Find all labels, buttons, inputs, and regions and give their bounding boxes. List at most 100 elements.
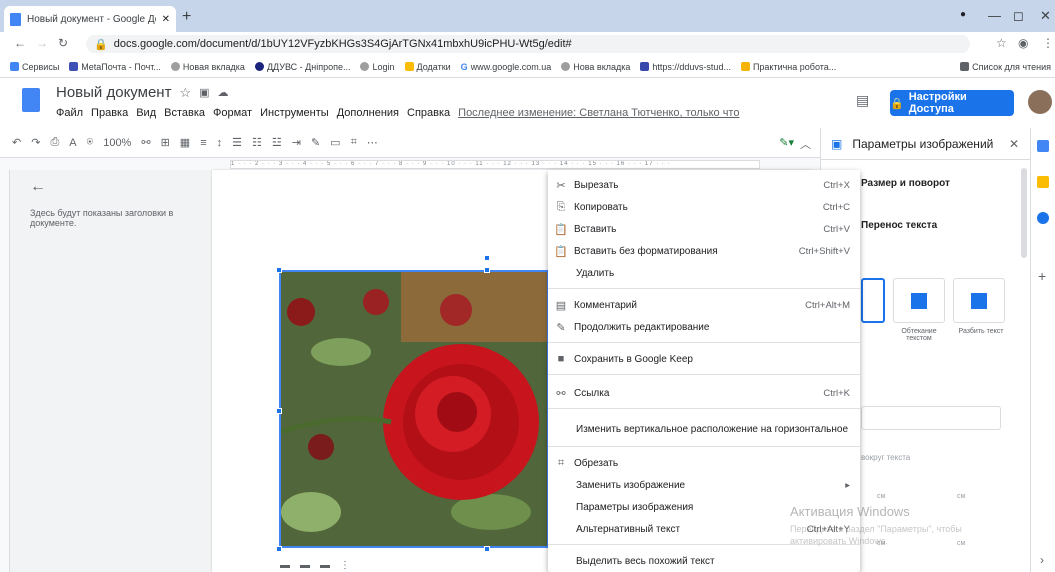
resize-handle[interactable] xyxy=(484,267,490,273)
menu-item-link[interactable]: ⚯ Ссылка Ctrl+K xyxy=(548,382,860,404)
close-tab-icon[interactable]: ✕ xyxy=(162,14,170,25)
numbered-list-icon[interactable]: ☳ xyxy=(272,136,282,149)
close-panel-icon[interactable]: ✕ xyxy=(1009,137,1019,151)
undo-icon[interactable]: ↶ xyxy=(12,136,21,149)
url-input[interactable]: 🔒 docs.google.com/document/d/1bUY12VFyzb… xyxy=(86,35,970,53)
image-icon[interactable]: ▦ xyxy=(180,136,190,149)
menu-item-orientation[interactable]: Изменить вертикальное расположение на го… xyxy=(548,418,860,440)
keep-icon[interactable] xyxy=(1037,176,1049,188)
bookmark-item[interactable]: MetaПочта - Почт... xyxy=(69,62,161,72)
wrap-text-option[interactable] xyxy=(893,278,945,323)
expand-rail-icon[interactable]: › xyxy=(1040,553,1044,567)
back-icon[interactable]: ← xyxy=(14,36,26,50)
doc-title[interactable]: Новый документ xyxy=(56,84,171,101)
resize-handle[interactable] xyxy=(276,267,282,273)
comments-icon[interactable]: ▤ xyxy=(856,92,869,109)
cloud-status-icon[interactable]: ☁ xyxy=(218,86,229,99)
star-doc-icon[interactable]: ☆ xyxy=(179,85,191,101)
menu-icon[interactable]: ⋮ xyxy=(1042,36,1054,50)
bookmark-item[interactable]: Login xyxy=(360,62,395,72)
rotate-handle[interactable] xyxy=(484,255,490,261)
tasks-icon[interactable] xyxy=(1037,212,1049,224)
editing-mode-icon[interactable]: ✎▾ xyxy=(779,136,794,149)
menu-item-paste[interactable]: 📋 Вставить Ctrl+V xyxy=(548,218,860,240)
align-icon[interactable]: ≡ xyxy=(200,137,206,149)
menu-addons[interactable]: Дополнения xyxy=(337,107,399,119)
back-arrow-icon[interactable]: ← xyxy=(30,178,200,196)
move-folder-icon[interactable]: ▣ xyxy=(199,86,209,99)
more-options-icon[interactable]: ⋮ xyxy=(340,560,350,571)
menu-item-select-similar[interactable]: Выделить весь похожий текст xyxy=(548,550,860,572)
bookmark-item[interactable]: Новая вкладка xyxy=(170,62,245,72)
minimize-button[interactable]: — xyxy=(988,8,1001,23)
inline-icon[interactable]: ▬ xyxy=(280,560,290,571)
resize-handle[interactable] xyxy=(276,408,282,414)
bookmark-item[interactable]: Gwww.google.com.ua xyxy=(461,62,552,72)
margin-select[interactable] xyxy=(861,406,1001,430)
collapse-toolbar-icon[interactable]: ︿ xyxy=(800,136,811,152)
crop-icon[interactable]: ⌗ xyxy=(351,136,357,149)
resize-handle[interactable] xyxy=(484,546,490,552)
menu-help[interactable]: Справка xyxy=(407,107,450,119)
reading-list[interactable]: Список для чтения xyxy=(960,62,1051,72)
bookmark-item[interactable]: Додатки xyxy=(404,62,451,72)
wrap-icon[interactable]: ▬ xyxy=(300,560,310,571)
new-tab-button[interactable]: + xyxy=(182,8,191,26)
bookmark-item[interactable]: Практична робота... xyxy=(740,62,836,72)
forward-icon[interactable]: → xyxy=(36,36,48,50)
bullet-list-icon[interactable]: ☷ xyxy=(252,136,262,149)
menu-item-keep[interactable]: ■ Сохранить в Google Keep xyxy=(548,348,860,370)
close-window-button[interactable]: ✕ xyxy=(1040,8,1051,24)
menu-item-continue-editing[interactable]: ✎ Продолжить редактирование xyxy=(548,316,860,338)
extension-icon[interactable]: ◉ xyxy=(1018,36,1028,50)
star-icon[interactable]: ☆ xyxy=(996,36,1007,50)
bookmark-item[interactable]: Нова вкладка xyxy=(561,62,630,72)
break-text-option[interactable] xyxy=(953,278,1005,323)
avatar[interactable] xyxy=(1028,90,1052,114)
line-spacing-icon[interactable]: ↕ xyxy=(217,137,223,149)
last-edit-link[interactable]: Последнее изменение: Светлана Тютченко, … xyxy=(458,107,739,119)
indent-icon[interactable]: ⇥ xyxy=(292,136,301,149)
size-section[interactable]: Размер и поворот xyxy=(861,178,950,189)
wrap-inline-option[interactable] xyxy=(861,278,885,323)
pen-icon[interactable]: ✎ xyxy=(311,136,320,149)
bookmark-item[interactable]: ДДУВС - Днiпропе... xyxy=(254,62,350,72)
reload-icon[interactable]: ↻ xyxy=(58,36,68,50)
comment-add-icon[interactable]: ⊞ xyxy=(161,136,170,149)
menu-view[interactable]: Вид xyxy=(136,107,156,119)
resize-handle[interactable] xyxy=(276,546,282,552)
checklist-icon[interactable]: ☰ xyxy=(232,136,242,149)
panel-scrollbar[interactable] xyxy=(1021,168,1027,258)
link-icon[interactable]: ⚯ xyxy=(141,136,150,149)
wrap-section[interactable]: Перенос текста xyxy=(861,220,937,231)
browser-tab[interactable]: Новый документ - Google Док ✕ xyxy=(4,6,176,32)
menu-item-comment[interactable]: ▤ Комментарий Ctrl+Alt+M xyxy=(548,294,860,316)
add-addon-icon[interactable]: + xyxy=(1038,268,1046,284)
menu-item-delete[interactable]: Удалить xyxy=(548,262,860,284)
menu-format[interactable]: Формат xyxy=(213,107,252,119)
ruler-scale[interactable]: 1 · · · 2 · · · 3 · · · 4 · · · 5 · · · … xyxy=(230,160,760,169)
menu-item-cut[interactable]: ✂ Вырезать Ctrl+X xyxy=(548,174,860,196)
break-icon[interactable]: ▬ xyxy=(320,560,330,571)
menu-item-crop[interactable]: ⌗ Обрезать xyxy=(548,452,860,474)
menu-item-replace-image[interactable]: Заменить изображение ▸ xyxy=(548,474,860,496)
menu-item-paste-plain[interactable]: 📋 Вставить без форматирования Ctrl+Shift+V xyxy=(548,240,860,262)
menu-item-copy[interactable]: ⎘ Копировать Ctrl+C xyxy=(548,196,860,218)
paint-format-icon[interactable]: ⍟ xyxy=(87,136,94,149)
bookmark-item[interactable]: Сервисы xyxy=(10,62,59,72)
zoom-select[interactable]: 100% xyxy=(103,137,131,149)
share-button[interactable]: 🔒 Настройки Доступа xyxy=(890,90,1014,116)
spellcheck-icon[interactable]: A xyxy=(69,137,76,149)
bookmark-item[interactable]: https://dduvs-stud... xyxy=(640,62,731,72)
docs-logo-icon[interactable] xyxy=(22,88,40,112)
menu-edit[interactable]: Правка xyxy=(91,107,128,119)
redo-icon[interactable]: ↷ xyxy=(31,136,40,149)
calendar-icon[interactable] xyxy=(1037,140,1049,152)
border-icon[interactable]: ▭ xyxy=(330,136,340,149)
profile-icon[interactable]: ● xyxy=(960,9,966,20)
menu-file[interactable]: Файл xyxy=(56,107,83,119)
menu-insert[interactable]: Вставка xyxy=(164,107,205,119)
maximize-button[interactable]: ◻ xyxy=(1013,8,1024,24)
selected-rose-image[interactable] xyxy=(279,270,549,548)
print-icon[interactable]: ⎙ xyxy=(50,136,59,149)
